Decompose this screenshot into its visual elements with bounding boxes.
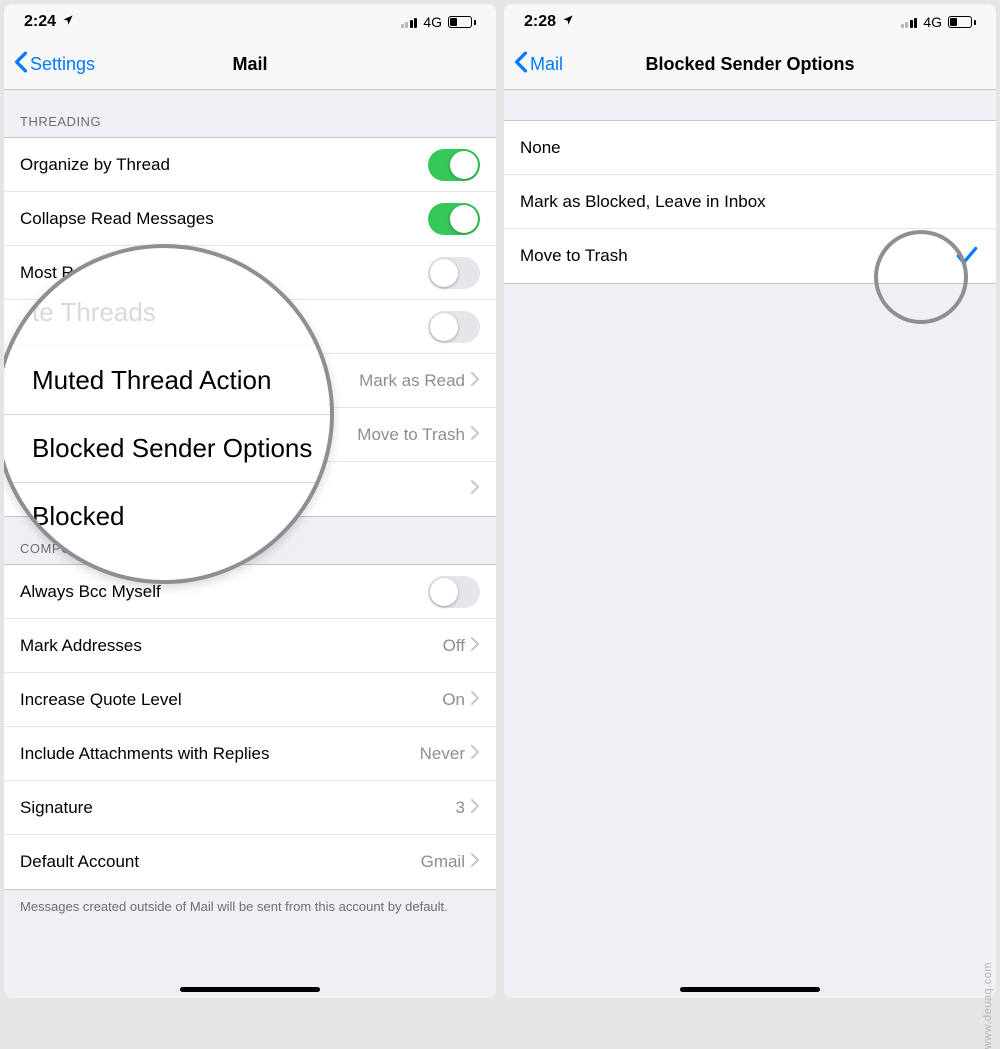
row-label: Collapse Read Messages [20, 209, 428, 229]
row-label: Mark Addresses [20, 636, 443, 656]
option-mark-as-blocked[interactable]: Mark as Blocked, Leave in Inbox [504, 175, 996, 229]
status-right: 4G [401, 14, 476, 30]
row-label: Default Account [20, 852, 421, 872]
network-label: 4G [423, 14, 442, 30]
chevron-right-icon [471, 636, 480, 656]
row-label: Increase Quote Level [20, 690, 442, 710]
chevron-right-icon [471, 744, 480, 764]
back-button[interactable]: Mail [514, 51, 563, 78]
section-footer: Messages created outside of Mail will be… [4, 890, 496, 932]
battery-icon [448, 16, 476, 28]
row-value: On [442, 690, 465, 710]
group-composing: Always Bcc Myself Mark Addresses Off Inc… [4, 564, 496, 890]
phone-left: 2:24 4G Settings Mail Threading Or [4, 4, 496, 998]
back-button[interactable]: Settings [14, 51, 95, 78]
row-label: Mark as Blocked, Leave in Inbox [520, 192, 980, 212]
toggle-most-recent[interactable] [428, 257, 480, 289]
chevron-right-icon [471, 798, 480, 818]
content-right: None Mark as Blocked, Leave in Inbox Mov… [504, 90, 996, 998]
row-always-bcc[interactable]: Always Bcc Myself [4, 565, 496, 619]
row-label: Signature [20, 798, 456, 818]
magnifier-overlay: te Threads Muted Thread Action Blocked S… [4, 244, 334, 584]
back-label: Settings [30, 54, 95, 75]
toggle-bcc[interactable] [428, 576, 480, 608]
location-icon [562, 13, 574, 31]
row-mark-addresses[interactable]: Mark Addresses Off [4, 619, 496, 673]
battery-icon [948, 16, 976, 28]
row-organize-by-thread[interactable]: Organize by Thread [4, 138, 496, 192]
section-header-threading: Threading [4, 90, 496, 137]
status-bar: 2:24 4G [4, 4, 496, 40]
nav-bar: Mail Blocked Sender Options [504, 40, 996, 90]
checkmark-icon [954, 243, 980, 269]
row-value: Off [443, 636, 465, 656]
row-default-account[interactable]: Default Account Gmail [4, 835, 496, 889]
option-none[interactable]: None [504, 121, 996, 175]
signal-icon [901, 16, 918, 28]
row-value: Move to Trash [357, 425, 465, 445]
signal-icon [401, 16, 418, 28]
chevron-left-icon [514, 51, 528, 78]
row-value: Never [420, 744, 465, 764]
row-label: Move to Trash [520, 246, 954, 266]
row-label: Organize by Thread [20, 155, 428, 175]
nav-title: Blocked Sender Options [504, 54, 996, 75]
magnifier-row-muted-thread-action: Muted Thread Action [4, 347, 330, 415]
status-time: 2:24 [24, 13, 56, 31]
magnifier-row: te Threads [4, 279, 330, 347]
row-collapse-read[interactable]: Collapse Read Messages [4, 192, 496, 246]
chevron-right-icon [471, 425, 480, 445]
phone-right: 2:28 4G Mail Blocked Sender Options [504, 4, 996, 998]
location-icon [62, 13, 74, 31]
group-options: None Mark as Blocked, Leave in Inbox Mov… [504, 120, 996, 284]
row-value: 3 [456, 798, 465, 818]
chevron-right-icon [471, 852, 480, 872]
row-increase-quote[interactable]: Increase Quote Level On [4, 673, 496, 727]
toggle-collapse[interactable] [428, 203, 480, 235]
chevron-right-icon [471, 690, 480, 710]
row-signature[interactable]: Signature 3 [4, 781, 496, 835]
status-bar: 2:28 4G [504, 4, 996, 40]
home-indicator [180, 987, 320, 992]
home-indicator [680, 987, 820, 992]
row-value: Gmail [421, 852, 465, 872]
row-value: Mark as Read [359, 371, 465, 391]
toggle-complete[interactable] [428, 311, 480, 343]
status-right: 4G [901, 14, 976, 30]
row-label: None [520, 138, 980, 158]
watermark: www.deuaq.com [982, 962, 994, 1049]
row-label: Include Attachments with Replies [20, 744, 420, 764]
nav-bar: Settings Mail [4, 40, 496, 90]
chevron-right-icon [471, 371, 480, 391]
row-include-attachments[interactable]: Include Attachments with Replies Never [4, 727, 496, 781]
status-left: 2:24 [24, 13, 74, 31]
chevron-right-icon [471, 479, 480, 499]
back-label: Mail [530, 54, 563, 75]
status-left: 2:28 [524, 13, 574, 31]
toggle-organize[interactable] [428, 149, 480, 181]
magnifier-row-blocked-sender-options: Blocked Sender Options [4, 415, 330, 483]
row-label: Always Bcc Myself [20, 582, 428, 602]
chevron-left-icon [14, 51, 28, 78]
network-label: 4G [923, 14, 942, 30]
option-move-to-trash[interactable]: Move to Trash [504, 229, 996, 283]
status-time: 2:28 [524, 13, 556, 31]
